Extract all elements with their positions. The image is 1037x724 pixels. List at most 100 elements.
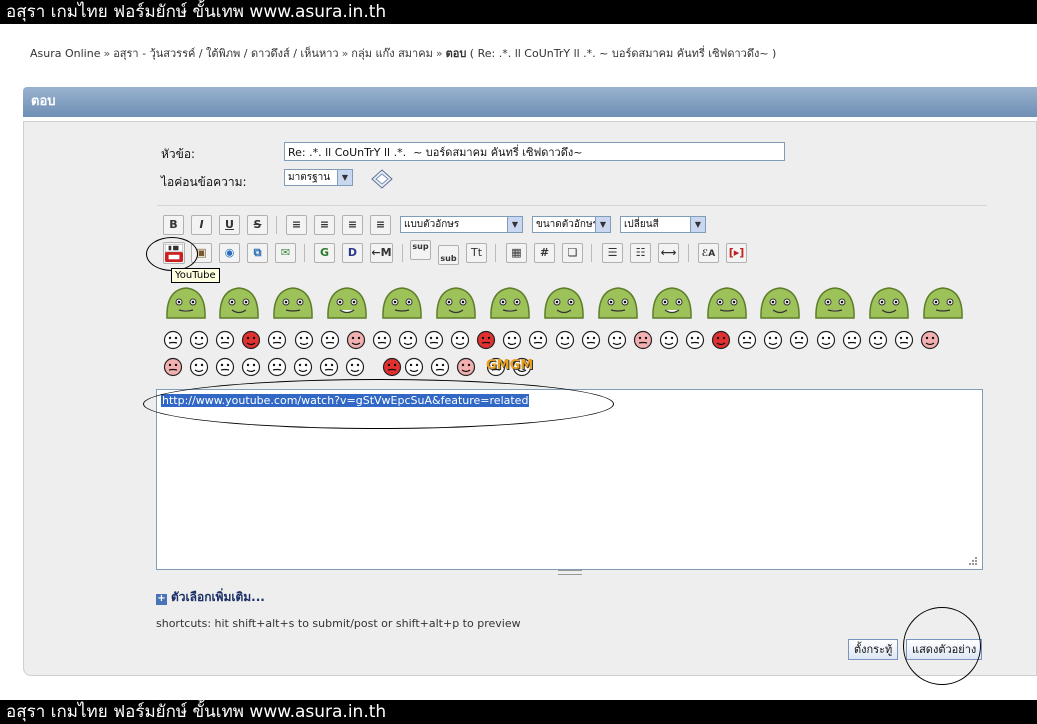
emoticon-smiley-icon[interactable]	[528, 330, 548, 350]
emoticon-smiley-icon[interactable]	[372, 330, 392, 350]
green-blob-smiley-icon[interactable]	[271, 282, 315, 322]
superscript-button[interactable]: sup	[410, 240, 431, 260]
emoticon-smiley-icon[interactable]	[868, 330, 888, 350]
emoticon-smiley-icon[interactable]	[659, 330, 679, 350]
breadcrumb-link-home[interactable]: Asura Online	[30, 47, 100, 60]
emoticon-smiley-icon[interactable]	[763, 330, 783, 350]
emoticon-smiley-icon[interactable]	[398, 330, 418, 350]
green-blob-smiley-icon[interactable]	[596, 282, 640, 322]
green-blob-smiley-icon[interactable]	[217, 282, 261, 322]
message-icon-preview-icon[interactable]	[371, 169, 393, 189]
emoticon-smiley-icon[interactable]	[894, 330, 914, 350]
align-left-button[interactable]: ≡	[286, 215, 307, 235]
green-blob-smiley-icon[interactable]	[650, 282, 694, 322]
green-blob-smiley-icon[interactable]	[758, 282, 802, 322]
emoticon-smiley-icon[interactable]	[607, 330, 627, 350]
toggle-view-button[interactable]: [▸]	[726, 243, 747, 263]
shadow-button[interactable]: D	[342, 243, 363, 263]
align-justify-button[interactable]: ≡	[314, 215, 335, 235]
emoticon-smiley-icon[interactable]	[789, 330, 809, 350]
green-blob-smiley-icon[interactable]	[164, 282, 208, 322]
emoticon-smiley-icon[interactable]	[737, 330, 757, 350]
teletype-button[interactable]: Tt	[466, 243, 487, 263]
green-blob-smiley-icon[interactable]	[705, 282, 749, 322]
emoticon-smiley-icon[interactable]	[685, 330, 705, 350]
emoticon-smiley-icon[interactable]	[842, 330, 862, 350]
toolbar-separator	[276, 216, 277, 234]
subject-input[interactable]	[284, 142, 785, 161]
emoticon-smiley-icon[interactable]	[241, 330, 261, 350]
emoticon-smiley-icon[interactable]	[215, 357, 235, 377]
emoticon-smiley-icon[interactable]	[450, 330, 470, 350]
emoticon-smiley-icon[interactable]	[215, 330, 235, 350]
align-center-button[interactable]: ≡	[342, 215, 363, 235]
emoticon-smiley-icon[interactable]	[320, 330, 340, 350]
insert-table-button[interactable]: ▦	[506, 243, 527, 263]
emoticon-smiley-icon[interactable]	[430, 357, 450, 377]
font-size-select[interactable]: ขนาดตัวอักษร ▼	[532, 216, 611, 233]
emoticon-smiley-icon[interactable]	[920, 330, 940, 350]
align-right-button[interactable]: ≡	[370, 215, 391, 235]
green-blob-smiley-icon[interactable]	[325, 282, 369, 322]
emoticon-smiley-icon[interactable]	[294, 330, 314, 350]
emoticon-smiley-icon[interactable]	[816, 330, 836, 350]
emoticon-smiley-icon[interactable]	[346, 330, 366, 350]
emoticon-smiley-icon[interactable]	[319, 357, 339, 377]
insert-flash-button[interactable]: ⧉	[247, 243, 268, 263]
bottom-banner: อสุรา เกมไทย ฟอร์มยักษ์ ขั้นเทพ www.asur…	[0, 700, 1037, 724]
bullet-list-button[interactable]: ☰	[602, 243, 623, 263]
emoticon-smiley-icon[interactable]	[267, 330, 287, 350]
resize-corner-icon[interactable]	[966, 554, 978, 566]
editor-resize-handle[interactable]	[558, 570, 582, 575]
green-blob-smiley-icon[interactable]	[380, 282, 424, 322]
emoticon-smiley-icon[interactable]	[267, 357, 287, 377]
bold-button[interactable]: B	[163, 215, 184, 235]
post-button[interactable]: ตั้งกระทู้	[848, 639, 899, 660]
breadcrumb-link-board[interactable]: กลุ่ม แก๊ง สมาคม	[351, 47, 433, 60]
emoticon-smiley-icon[interactable]	[189, 330, 209, 350]
numbered-list-button[interactable]: ☷	[630, 243, 651, 263]
subscript-button[interactable]: sub	[438, 245, 459, 265]
green-blob-smiley-icon[interactable]	[867, 282, 911, 322]
emoticon-smiley-icon[interactable]	[555, 330, 575, 350]
emoticon-smiley-icon[interactable]	[163, 357, 183, 377]
message-icon-select[interactable]: มาตรฐาน ▼	[284, 169, 353, 186]
green-blob-smiley-icon[interactable]	[921, 282, 965, 322]
emoticon-smiley-icon[interactable]	[711, 330, 731, 350]
underline-button[interactable]: U	[219, 215, 240, 235]
emoticon-smiley-icon[interactable]	[189, 357, 209, 377]
font-color-select[interactable]: เปลี่ยนสี ▼	[620, 216, 706, 233]
emoticon-smiley-icon[interactable]	[382, 357, 402, 377]
emoticon-smiley-icon[interactable]	[163, 330, 183, 350]
emoticon-smiley-icon[interactable]	[293, 357, 313, 377]
emoticon-smiley-icon[interactable]	[633, 330, 653, 350]
flash-icon: ⧉	[253, 246, 262, 259]
insert-quote-button[interactable]: ❏	[562, 243, 583, 263]
horizontal-rule-button[interactable]: ⟷	[658, 243, 679, 263]
green-blob-smiley-icon[interactable]	[434, 282, 478, 322]
more-options-toggle[interactable]: + ตัวเลือกเพิ่มเติม...	[156, 588, 265, 607]
emoticon-smiley-icon[interactable]	[241, 357, 261, 377]
strikethrough-button[interactable]: S	[247, 215, 268, 235]
green-blob-smiley-icon[interactable]	[488, 282, 532, 322]
emoticon-smiley-icon[interactable]	[476, 330, 496, 350]
emoticon-smiley-icon[interactable]	[404, 357, 424, 377]
insert-link-button[interactable]: ◉	[219, 243, 240, 263]
emoticon-smiley-icon[interactable]	[456, 357, 476, 377]
breadcrumb-link-forum[interactable]: อสุรา - วุ้นสวรรค์ / ใต้พิภพ / ดาวดึงส์ …	[113, 47, 338, 60]
green-blob-smiley-icon[interactable]	[813, 282, 857, 322]
green-blob-smiley-icon[interactable]	[542, 282, 586, 322]
superscript-icon: sup	[412, 242, 429, 251]
emoticon-smiley-icon[interactable]	[502, 330, 522, 350]
font-face-select[interactable]: แบบตัวอักษร ▼	[400, 216, 523, 233]
italic-button[interactable]: I	[191, 215, 212, 235]
emoticon-smiley-icon[interactable]	[424, 330, 444, 350]
emoticon-smiley-icon[interactable]	[345, 357, 365, 377]
gm-badge-icon[interactable]: GMGM	[486, 358, 533, 373]
marquee-button[interactable]: ←M	[370, 243, 393, 263]
glow-button[interactable]: G	[314, 243, 335, 263]
insert-email-button[interactable]: ✉	[275, 243, 296, 263]
remove-format-button[interactable]: ℰA	[698, 243, 719, 263]
emoticon-smiley-icon[interactable]	[581, 330, 601, 350]
insert-code-button[interactable]: #	[534, 243, 555, 263]
